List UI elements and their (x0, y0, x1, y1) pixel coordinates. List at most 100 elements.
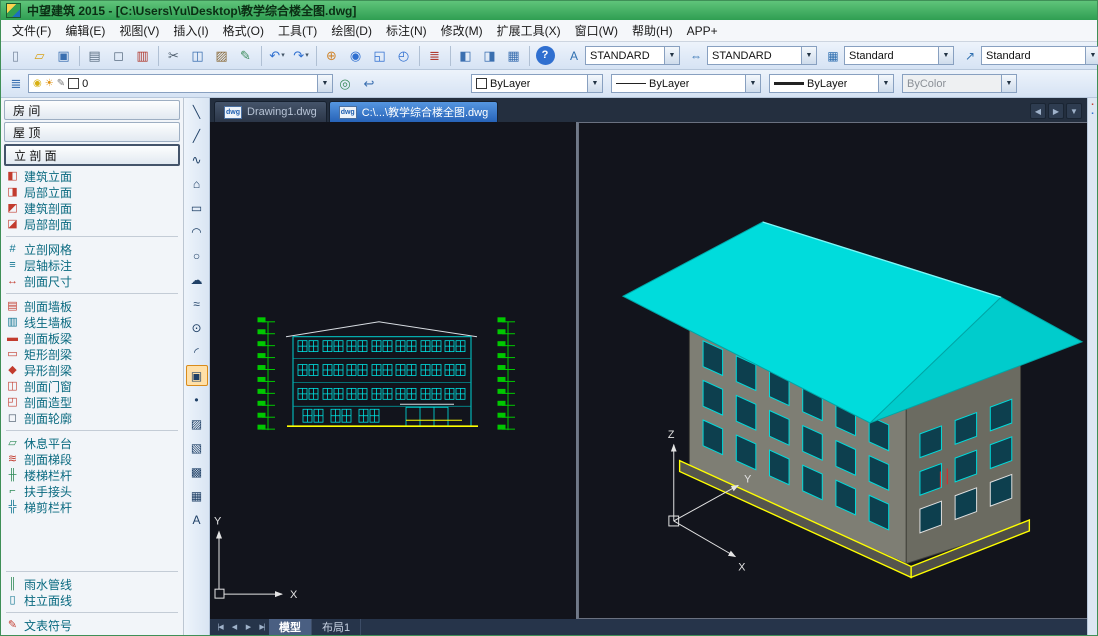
cut-button[interactable]: ✂ (162, 44, 186, 68)
pan-button[interactable]: ⊕ (320, 44, 344, 68)
mleader-style-combo[interactable]: Standard ▼ (981, 46, 1098, 65)
tab-drawing1[interactable]: dwg Drawing1.dwg (214, 101, 327, 122)
sidebar-item[interactable]: 屋 顶 (4, 122, 180, 142)
text-style-combo[interactable]: STANDARD ▼ (585, 46, 680, 65)
menu-item[interactable]: 绘图(D) (324, 21, 379, 40)
copy-button[interactable]: ◫ (186, 44, 210, 68)
point-tool[interactable]: • (186, 389, 208, 410)
menu-item[interactable]: 帮助(H) (625, 21, 680, 40)
docked-panel-blue-icon[interactable]: ▪ (1091, 111, 1093, 117)
match-properties-button[interactable]: ✎ (234, 44, 258, 68)
menu-item[interactable]: APP+ (680, 23, 725, 39)
hatch-tool[interactable]: ▨ (186, 413, 208, 434)
next-layout-button[interactable]: ▶ (241, 621, 255, 634)
menu-item[interactable]: 修改(M) (434, 21, 490, 40)
combo-arrow-icon[interactable]: ▼ (1085, 47, 1098, 64)
sidebar-item[interactable]: ▱ 休息平台 (4, 435, 180, 451)
polygon-tool[interactable]: ⌂ (186, 173, 208, 194)
last-layout-button[interactable]: ▶| (255, 621, 269, 634)
region-tool[interactable]: ▩ (186, 461, 208, 482)
sidebar-item[interactable]: ◧ 建筑立面 (4, 168, 180, 184)
prev-layout-button[interactable]: ◀ (227, 621, 241, 634)
tab-scroll-right-button[interactable]: ▶ (1048, 103, 1064, 119)
mtext-tool[interactable]: A (186, 509, 208, 530)
table-style-combo[interactable]: Standard ▼ (844, 46, 954, 65)
zoom-window-button[interactable]: ◱ (368, 44, 392, 68)
layer-freeze-icon[interactable]: ☀ (45, 79, 54, 89)
polyline-tool[interactable]: ∿ (186, 149, 208, 170)
combo-arrow-icon[interactable]: ▼ (801, 47, 816, 64)
layer-previous-button[interactable]: ↩ (357, 72, 381, 96)
zoom-realtime-button[interactable]: ◉ (344, 44, 368, 68)
layer-on-icon[interactable]: ◉ (33, 79, 42, 89)
tab-list-button[interactable]: ▼ (1066, 103, 1082, 119)
sidebar-item[interactable]: ↔ 剖面尺寸 (4, 273, 180, 289)
paste-button[interactable]: ▨ (210, 44, 234, 68)
zoom-previous-button[interactable]: ◴ (392, 44, 416, 68)
menu-item[interactable]: 窗口(W) (568, 21, 625, 40)
menu-item[interactable]: 工具(T) (271, 21, 324, 40)
sidebar-item[interactable]: ◪ 局部剖面 (4, 216, 180, 232)
sidebar-item[interactable]: ▥ 线生墙板 (4, 314, 180, 330)
first-layout-button[interactable]: |◀ (213, 621, 227, 634)
sidebar-item[interactable]: ◰ 剖面造型 (4, 394, 180, 410)
save-button[interactable]: ▣ (52, 44, 76, 68)
menu-item[interactable]: 标注(N) (379, 21, 434, 40)
menu-item[interactable]: 编辑(E) (58, 21, 112, 40)
viewports-button[interactable]: ◧ (454, 44, 478, 68)
combo-arrow-icon[interactable]: ▼ (317, 75, 332, 92)
circle-tool[interactable]: ○ (186, 245, 208, 266)
spline-tool[interactable]: ≈ (186, 293, 208, 314)
table-button[interactable]: ▦ (502, 44, 526, 68)
layout1-tab[interactable]: 布局1 (312, 619, 361, 635)
sidebar-item[interactable]: ≋ 剖面梯段 (4, 451, 180, 467)
menu-item[interactable]: 文件(F) (5, 21, 58, 40)
help-button[interactable]: ? (536, 46, 555, 65)
sidebar-item[interactable]: # 立剖网格 (4, 241, 180, 257)
undo-button[interactable]: ↶▾ (265, 44, 289, 68)
publish-button[interactable]: ▥ (131, 44, 155, 68)
iso-canvas[interactable]: Z Y X (579, 123, 1087, 618)
redo-button[interactable]: ↷▾ (289, 44, 313, 68)
docked-panel-red-icon[interactable]: ▪ (1091, 102, 1093, 108)
menu-item[interactable]: 格式(O) (216, 21, 271, 40)
new-button[interactable]: ▯ (4, 44, 28, 68)
viewport-2d-elevation[interactable]: Y X (210, 122, 578, 619)
draw-order-button[interactable]: ≣ (423, 44, 447, 68)
combo-arrow-icon[interactable]: ▼ (878, 75, 893, 92)
sidebar-item[interactable]: ◩ 建筑剖面 (4, 200, 180, 216)
layer-combo[interactable]: ◉☀✎ 0 ▼ (28, 74, 333, 93)
sidebar-item[interactable]: 立 剖 面 (4, 144, 180, 166)
color-combo[interactable]: ByLayer ▼ (471, 74, 603, 93)
layer-properties-button[interactable]: ≣ (4, 72, 28, 96)
menu-item[interactable]: 视图(V) (112, 21, 166, 40)
print-preview-button[interactable]: ◻ (107, 44, 131, 68)
sidebar-item[interactable]: ╫ 楼梯栏杆 (4, 467, 180, 483)
sidebar-item[interactable]: ✎ 文表符号 (4, 617, 180, 633)
insert-block-tool[interactable]: ▣ (186, 365, 208, 386)
arc-tool[interactable]: ◠ (186, 221, 208, 242)
open-button[interactable]: ▱ (28, 44, 52, 68)
layer-plot-icon[interactable]: ✎ (57, 79, 65, 89)
model-tab[interactable]: 模型 (269, 619, 312, 635)
menu-item[interactable]: 插入(I) (166, 21, 215, 40)
sidebar-item[interactable]: ◫ 剖面门窗 (4, 378, 180, 394)
sidebar-item[interactable]: ▤ 剖面墙板 (4, 298, 180, 314)
combo-arrow-icon[interactable]: ▼ (745, 75, 760, 92)
gradient-tool[interactable]: ▧ (186, 437, 208, 458)
ellipse-tool[interactable]: ⊙ (186, 317, 208, 338)
print-button[interactable]: ▤ (83, 44, 107, 68)
xline-tool[interactable]: ╱ (186, 125, 208, 146)
combo-arrow-icon[interactable]: ▼ (664, 47, 679, 64)
sidebar-item[interactable]: ◨ 局部立面 (4, 184, 180, 200)
tab-active-document[interactable]: dwg C:\...\教学综合楼全图.dwg (329, 101, 499, 122)
sidebar-item[interactable]: ▯ 柱立面线 (4, 592, 180, 608)
viewport-3d-isometric[interactable]: Z Y X (578, 122, 1087, 619)
revcloud-tool[interactable]: ☁ (186, 269, 208, 290)
ellipse-arc-tool[interactable]: ◜ (186, 341, 208, 362)
combo-arrow-icon[interactable]: ▼ (587, 75, 602, 92)
sidebar-item[interactable]: 房 间 (4, 100, 180, 120)
combo-arrow-icon[interactable]: ▼ (938, 47, 953, 64)
rectangle-tool[interactable]: ▭ (186, 197, 208, 218)
tab-scroll-left-button[interactable]: ◀ (1030, 103, 1046, 119)
